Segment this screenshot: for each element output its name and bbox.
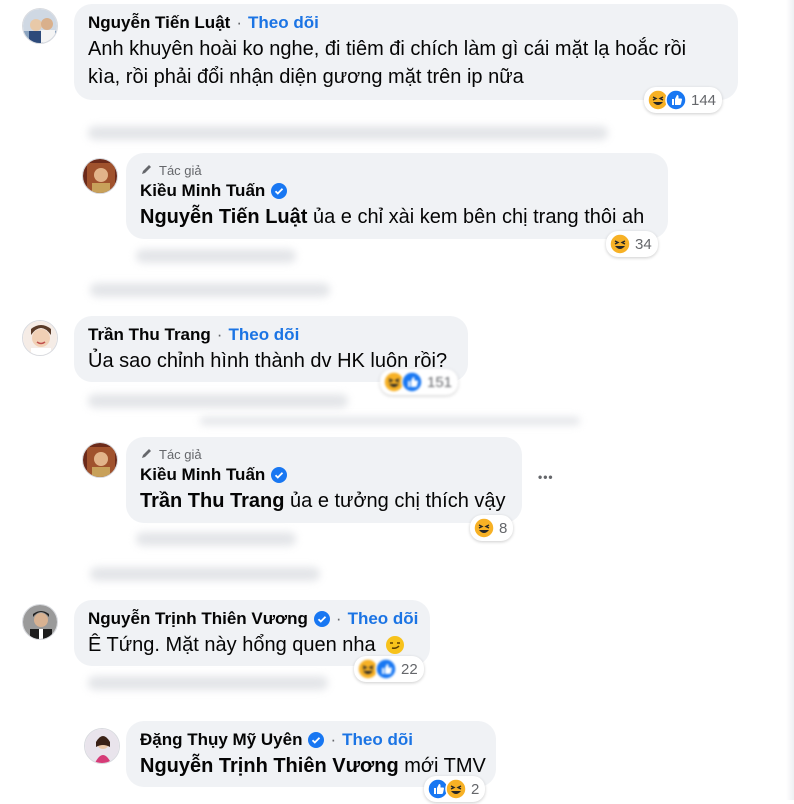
view-replies-blurred [90, 567, 320, 581]
reaction-count: 144 [691, 91, 717, 109]
commenter-name: Đặng Thụy Mỹ Uyên · Theo dõi [140, 730, 482, 750]
verified-badge-icon [313, 611, 330, 627]
comment-bubble: Nguyễn Tiến Luật · Theo dõi Anh khuyên h… [74, 4, 738, 100]
smirk-emoji-icon [385, 635, 405, 655]
comment-text-body: Ê Tứng. Mặt này hổng quen nha [88, 634, 382, 656]
author-tag: Tác giả [140, 446, 508, 463]
follow-button[interactable]: Theo dõi [348, 609, 419, 629]
reply-text-body: mới TMV [398, 755, 486, 777]
reaction-count: 22 [401, 660, 418, 678]
reply-text-body: ủa e chỉ xài kem bên chị trang thôi ah [307, 206, 645, 228]
view-replies-blurred [90, 283, 330, 297]
more-options-button[interactable]: ••• [538, 470, 554, 484]
reply-text: Nguyễn Trịnh Thiên Vương mới TMV [140, 752, 486, 780]
avatar-dang-thuy-my-uyen[interactable] [84, 728, 120, 764]
separator-dot: · [216, 325, 223, 344]
commenter-name: Nguyễn Trịnh Thiên Vương · Theo dõi [88, 609, 419, 629]
reaction-count: 34 [635, 235, 652, 253]
reply-text: Trần Thu Trang ủa e tưởng chị thích vậy [140, 487, 508, 515]
mention-link[interactable]: Nguyễn Trịnh Thiên Vương [140, 755, 399, 777]
commenter-name-text[interactable]: Trần Thu Trang [88, 325, 211, 345]
like-icon [375, 658, 397, 680]
comment-text: Ê Tứng. Mặt này hổng quen nha [88, 631, 416, 659]
separator-dot: · [330, 730, 337, 749]
avatar-kieu-minh-tuan[interactable] [82, 158, 118, 194]
commenter-name-text[interactable]: Kiều Minh Tuấn [140, 181, 265, 201]
mention-link[interactable]: Trần Thu Trang [140, 490, 284, 512]
avatar-nguyen-trinh-thien-vuong[interactable] [22, 604, 58, 640]
comment-actions-blurred [200, 417, 580, 425]
pen-icon [140, 446, 154, 463]
author-tag-label: Tác giả [159, 447, 202, 462]
reply-text: Nguyễn Tiến Luật ủa e chỉ xài kem bên ch… [140, 203, 654, 231]
separator-dot: · [236, 13, 242, 32]
comment-actions-blurred [88, 394, 348, 408]
reaction-count: 151 [427, 373, 453, 391]
follow-button[interactable]: Theo dõi [248, 13, 319, 33]
page-edge [786, 0, 794, 800]
reaction-summary[interactable]: 151 [380, 369, 459, 395]
author-tag-label: Tác giả [159, 163, 202, 178]
like-icon [665, 89, 687, 111]
comment-actions-blurred [88, 126, 608, 140]
comment-text-line-1: Anh khuyên hoài ko nghe, đi tiêm đi chíc… [88, 38, 687, 60]
commenter-name-text[interactable]: Nguyễn Tiến Luật [88, 13, 230, 33]
commenter-name: Nguyễn Tiến Luật · Theo dõi [88, 13, 724, 33]
mention-link[interactable]: Nguyễn Tiến Luật [140, 206, 307, 228]
avatar-kieu-minh-tuan[interactable] [82, 442, 118, 478]
haha-icon [445, 778, 467, 800]
commenter-name: Trần Thu Trang · Theo dõi [88, 325, 454, 345]
reaction-count: 2 [471, 780, 480, 798]
verified-badge-icon [308, 732, 325, 748]
reaction-summary[interactable]: 144 [644, 87, 723, 113]
commenter-name: Kiều Minh Tuấn [140, 465, 508, 485]
reaction-summary[interactable]: 2 [424, 776, 486, 802]
author-tag: Tác giả [140, 162, 654, 179]
verified-badge-icon [271, 183, 288, 199]
separator-dot: · [335, 609, 342, 628]
commenter-name-text[interactable]: Kiều Minh Tuấn [140, 465, 265, 485]
avatar-tran-thu-trang[interactable] [22, 320, 58, 356]
commenter-name: Kiều Minh Tuấn [140, 181, 654, 201]
reaction-summary[interactable]: 8 [470, 515, 514, 541]
commenter-name-text[interactable]: Nguyễn Trịnh Thiên Vương [88, 609, 308, 629]
haha-icon [609, 233, 631, 255]
haha-icon [473, 517, 495, 539]
reply-bubble: Tác giả Kiều Minh Tuấn Nguyễn Tiến Luật … [126, 153, 668, 239]
follow-button[interactable]: Theo dõi [342, 730, 413, 750]
comment-text-line-2: kìa, rồi phải đổi nhận diện gương mặt tr… [88, 66, 524, 88]
pen-icon [140, 162, 154, 179]
reply-bubble: Tác giả Kiều Minh Tuấn Trần Thu Trang ủa… [126, 437, 522, 523]
reaction-count: 8 [499, 519, 508, 537]
reaction-summary[interactable]: 34 [606, 231, 658, 257]
commenter-name-text[interactable]: Đặng Thụy Mỹ Uyên [140, 730, 302, 750]
comment-actions-blurred [88, 676, 328, 690]
comment-actions-blurred [136, 249, 296, 263]
avatar-nguyen-tien-luat[interactable] [22, 8, 58, 44]
reaction-summary[interactable]: 22 [354, 656, 424, 682]
like-icon [401, 371, 423, 393]
verified-badge-icon [271, 467, 288, 483]
comment-actions-blurred [136, 532, 296, 546]
follow-button[interactable]: Theo dõi [228, 325, 299, 345]
reply-text-body: ủa e tưởng chị thích vậy [284, 490, 506, 512]
